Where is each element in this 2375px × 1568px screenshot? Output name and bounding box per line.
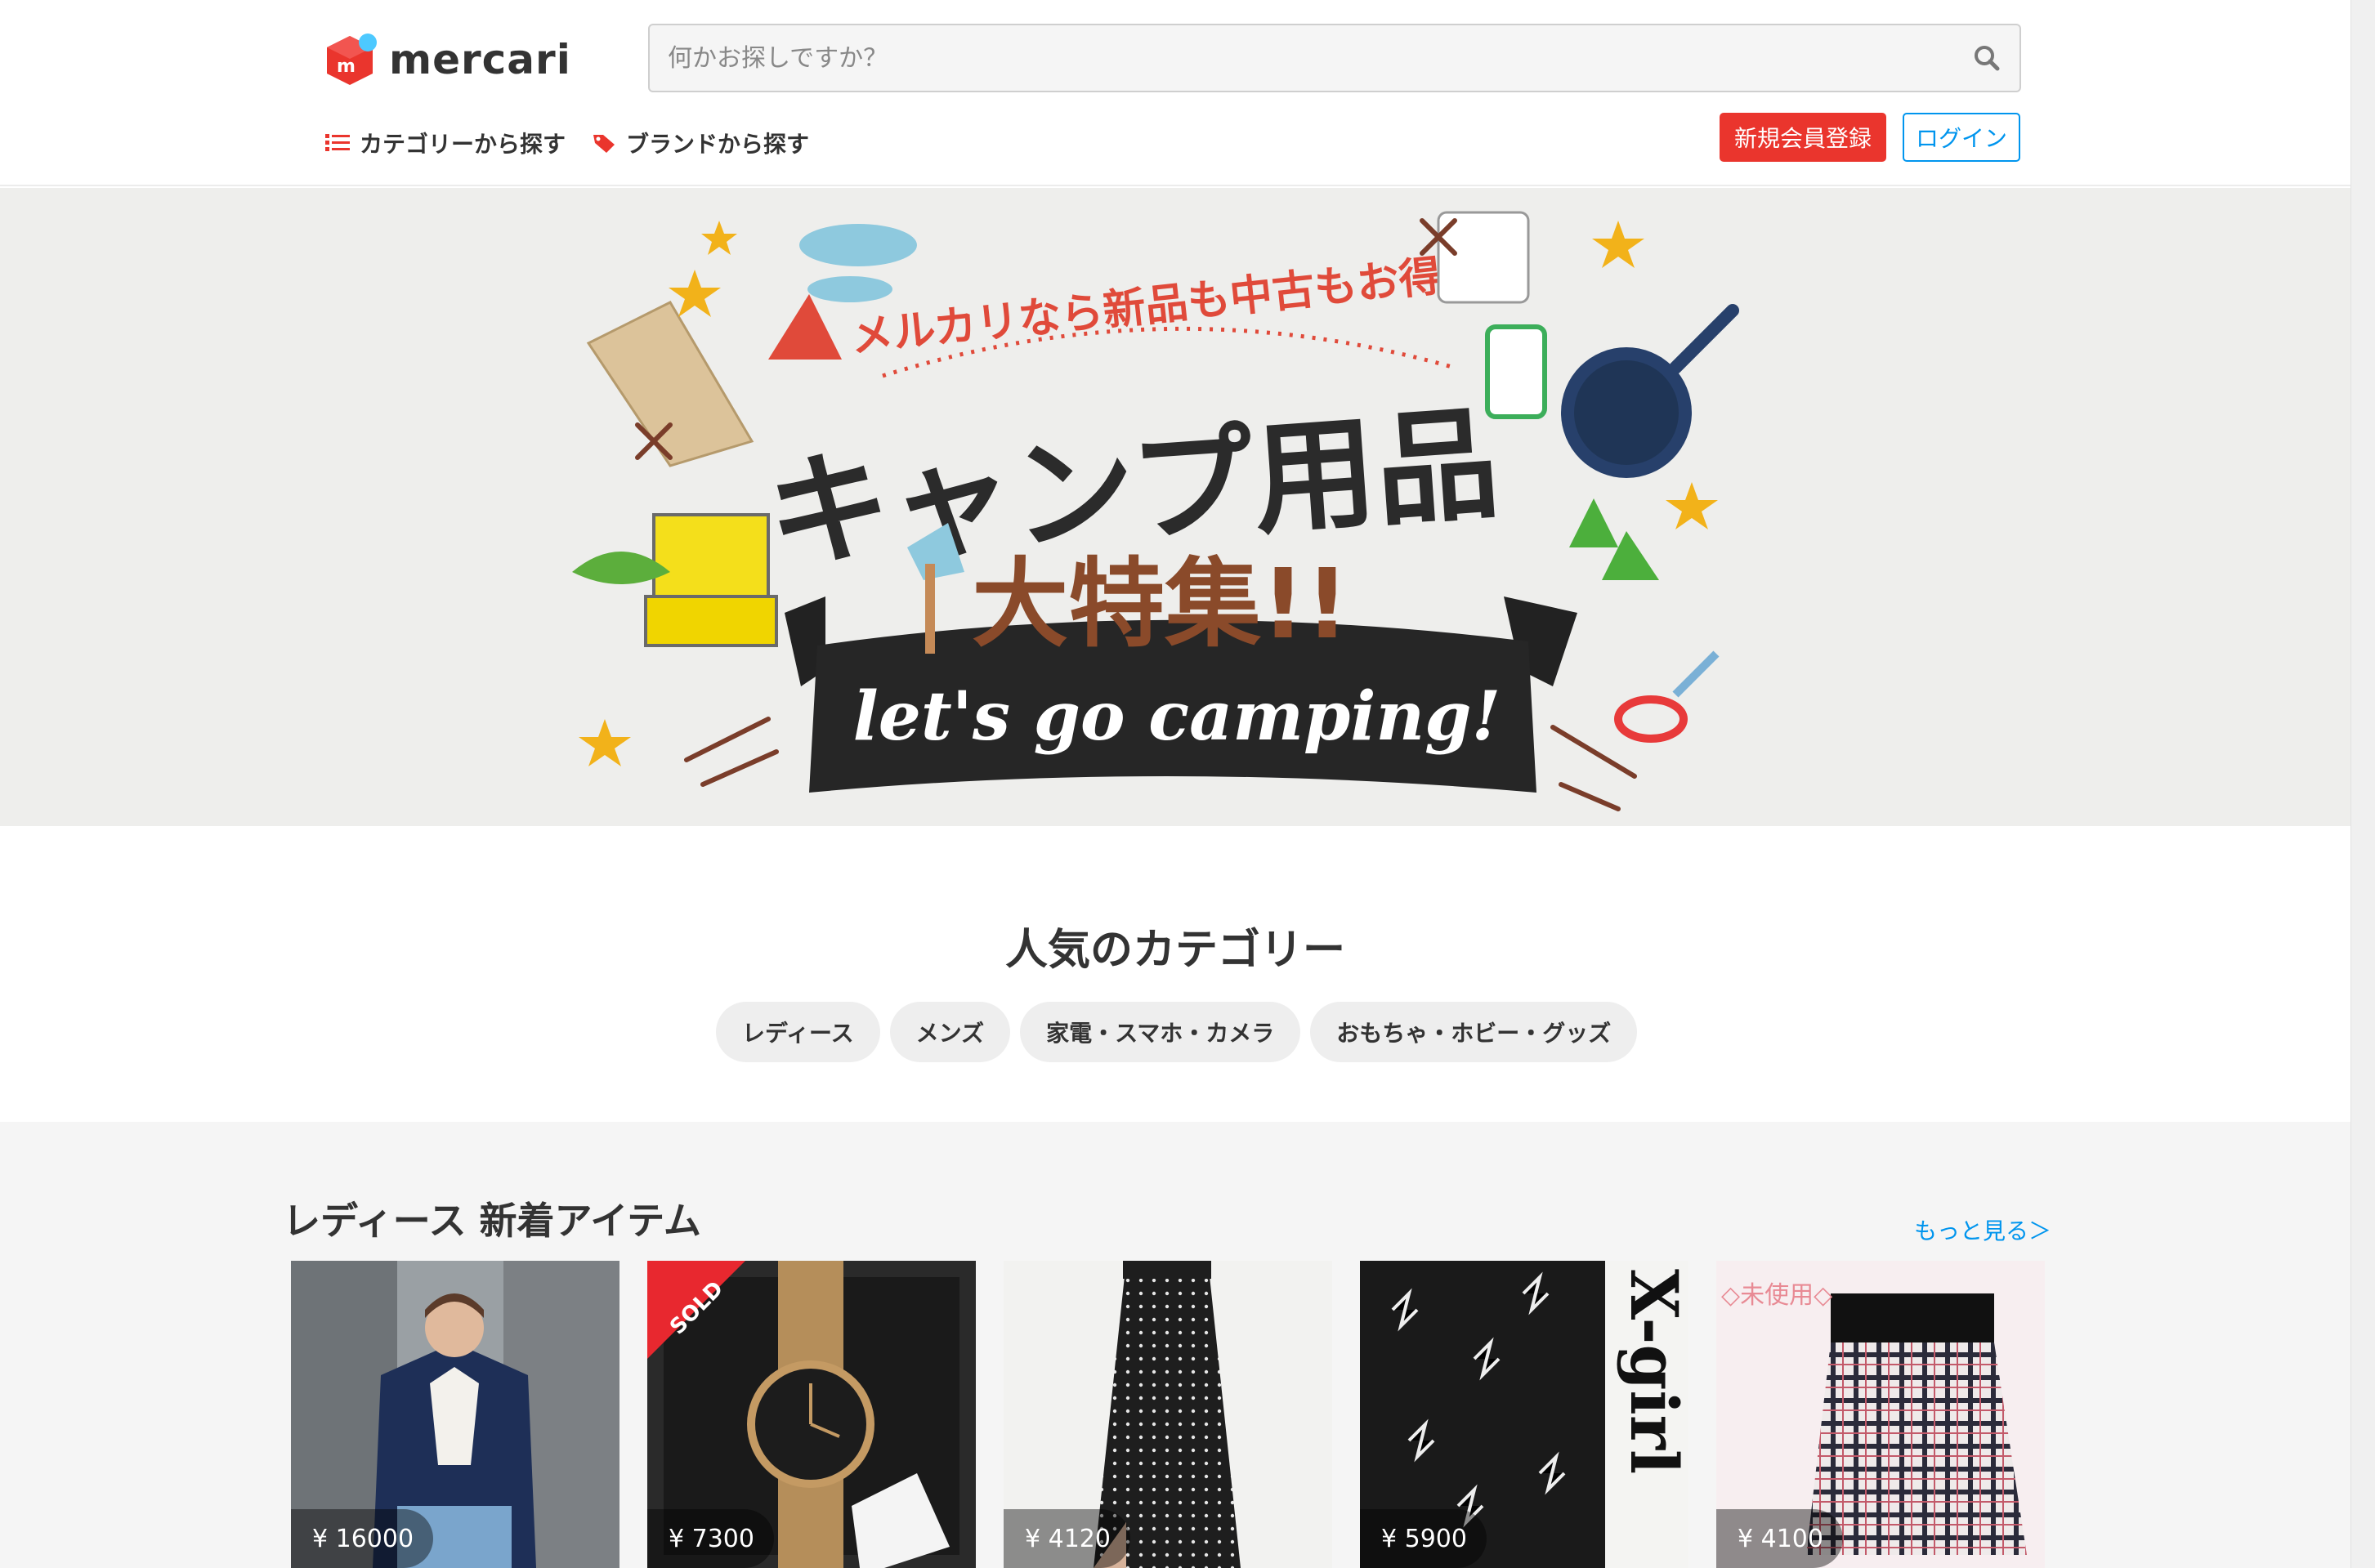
see-more-link[interactable]: もっと見る＞ — [1914, 1213, 2051, 1246]
item-price: ¥ 4100 — [1716, 1509, 1843, 1568]
site-header: m mercari カテゴリーから探す ブランドから探す 新規会員登録 ログイン — [0, 0, 2350, 186]
campaign-banner[interactable]: let's go camping! キャンプ用品 大特集!! メルカリなら新品も… — [0, 188, 2350, 826]
nav-brand-label: ブランドから探す — [626, 131, 810, 158]
category-chip-list: レディース メンズ 家電・スマホ・カメラ おもちゃ・ホビー・グッズ — [716, 1002, 1638, 1062]
mercari-logo[interactable]: m mercari — [325, 29, 571, 90]
popular-categories-section: 人気のカテゴリー レディース メンズ 家電・スマホ・カメラ おもちゃ・ホビー・グ… — [0, 826, 2350, 1122]
banner-subheadline: メルカリなら新品も中古もお得！ — [848, 248, 1486, 363]
item-price: ¥ 16000 — [291, 1509, 434, 1568]
search-icon[interactable] — [1954, 25, 2019, 91]
search-bar — [648, 24, 2021, 92]
nav-category-label: カテゴリーから探す — [360, 131, 566, 158]
banner-ribbon-text: let's go camping! — [853, 677, 1501, 756]
tag-icon — [593, 135, 615, 153]
logo-wordmark: mercari — [389, 36, 571, 83]
mercari-logo-icon: m — [325, 31, 378, 88]
login-button[interactable]: ログイン — [1903, 113, 2020, 162]
section-title: レディース 新着アイテム — [283, 1199, 701, 1243]
item-card[interactable]: ¥ 16000 — [291, 1261, 619, 1568]
category-chip-ladies[interactable]: レディース — [716, 1002, 880, 1062]
search-input[interactable] — [650, 25, 1954, 91]
nav-brand-search[interactable]: ブランドから探す — [592, 127, 809, 159]
item-card-list: ¥ 16000 SOLD ¥ 7300 ¥ 4120 X-girl ¥ 5900… — [291, 1261, 2045, 1568]
list-icon — [325, 134, 350, 151]
svg-text:m: m — [337, 56, 356, 77]
banner-headline-2: 大特集!! — [972, 547, 1349, 660]
category-chip-mens[interactable]: メンズ — [889, 1002, 1011, 1062]
signup-button[interactable]: 新規会員登録 — [1720, 113, 1886, 162]
item-overlay-text: X-girl — [1616, 1269, 1688, 1474]
scrollbar[interactable] — [2350, 0, 2375, 1568]
ladies-new-items-section: レディース 新着アイテム もっと見る＞ ¥ 16000 SOLD ¥ 7300 … — [0, 1122, 2350, 1568]
item-price: ¥ 4120 — [1004, 1509, 1130, 1568]
header-nav: カテゴリーから探す ブランドから探す — [325, 127, 835, 159]
popular-categories-title: 人気のカテゴリー — [1004, 926, 1345, 975]
category-chip-electronics[interactable]: 家電・スマホ・カメラ — [1020, 1002, 1301, 1062]
item-card[interactable]: ◇未使用◇ ¥ 4100 — [1716, 1261, 2045, 1568]
category-chip-toys-hobby[interactable]: おもちゃ・ホビー・グッズ — [1310, 1002, 1638, 1062]
item-card[interactable]: X-girl ¥ 5900 — [1360, 1261, 1688, 1568]
item-card[interactable]: SOLD ¥ 7300 — [647, 1261, 976, 1568]
nav-category-search[interactable]: カテゴリーから探す — [325, 127, 566, 159]
item-price: ¥ 5900 — [1360, 1509, 1487, 1568]
item-card[interactable]: ¥ 4120 — [1004, 1261, 1332, 1568]
item-price: ¥ 7300 — [647, 1509, 774, 1568]
item-overlay-text: ◇未使用◇ — [1721, 1281, 1832, 1310]
